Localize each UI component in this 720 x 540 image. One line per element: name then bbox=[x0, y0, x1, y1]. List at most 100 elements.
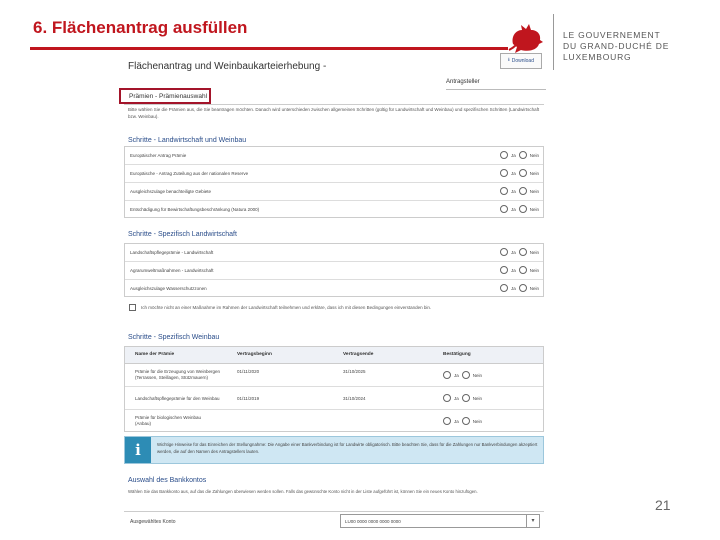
row-label: Ausgleichszulage benachteiligte Gebiete bbox=[130, 189, 212, 194]
yes-label: Ja bbox=[510, 170, 516, 176]
cell-start: 01/11/2020 bbox=[237, 369, 260, 374]
yes-no-group: Ja Nein bbox=[499, 151, 539, 159]
radio-yes[interactable] bbox=[443, 417, 451, 425]
col-start: Vertragsbeginn bbox=[237, 352, 272, 357]
radio-yes[interactable] bbox=[499, 205, 508, 213]
yes-no-group: Ja Nein bbox=[443, 394, 482, 402]
chevron-down-icon[interactable]: ▾ bbox=[526, 515, 539, 527]
no-label: Nein bbox=[529, 170, 539, 176]
opt-out-text: Ich möchte nicht an einer Maßnahme im Ra… bbox=[141, 305, 432, 310]
yes-no-group: Ja Nein bbox=[499, 205, 539, 213]
yes-no-group: Ja Nein bbox=[499, 266, 539, 274]
radio-yes[interactable] bbox=[499, 169, 508, 177]
account-select-label: Ausgewähltes Konto bbox=[130, 519, 176, 525]
section-heading-general: Schritte - Landwirtschaft und Weinbau bbox=[128, 137, 247, 144]
table-row: Prämie für die Erzeugung von Weinbergen(… bbox=[125, 364, 543, 387]
info-text: Wichtige Hinweise für das Einreichen der… bbox=[157, 442, 538, 454]
opt-out-checkbox[interactable] bbox=[129, 304, 136, 311]
radio-yes[interactable] bbox=[443, 394, 451, 402]
list-item: Entschädigung für Bewirtschaftungsbeschr… bbox=[125, 201, 543, 219]
yes-label: Ja bbox=[510, 267, 516, 273]
info-icon: i bbox=[125, 437, 151, 463]
section-heading-bank: Auswahl des Bankkontos bbox=[128, 477, 207, 484]
section-heading-agriculture: Schritte - Spezifisch Landwirtschaft bbox=[128, 231, 237, 238]
list-item: Ausgleichszulage Wasserschutzzonen Ja Ne… bbox=[125, 280, 543, 298]
radio-yes[interactable] bbox=[499, 266, 508, 274]
row-label: Agrarumweltmaßnahmen - Landwirtschaft bbox=[130, 268, 214, 273]
no-label: Nein bbox=[529, 267, 539, 273]
account-select[interactable]: LU00 0000 0000 0000 0000 ▾ bbox=[340, 514, 540, 528]
row-label: Ausgleichszulage Wasserschutzzonen bbox=[130, 286, 207, 291]
viticulture-table: Name der Prämie Vertragsbeginn Vertragse… bbox=[124, 346, 544, 432]
cell-end: 31/10/2024 bbox=[343, 396, 366, 401]
lion-crest-icon bbox=[508, 24, 543, 53]
download-icon: ⭳ bbox=[507, 57, 510, 63]
no-label: Nein bbox=[529, 206, 539, 212]
radio-yes[interactable] bbox=[499, 151, 508, 159]
yes-no-group: Ja Nein bbox=[443, 371, 482, 379]
yes-no-group: Ja Nein bbox=[499, 248, 539, 256]
col-confirm: Bestätigung bbox=[443, 352, 471, 357]
radio-yes[interactable] bbox=[499, 284, 508, 292]
gov-line-2: DU GRAND-DUCHÉ DE LUXEMBOURG bbox=[563, 41, 670, 62]
yes-label: Ja bbox=[510, 188, 516, 194]
gov-line-1: LE GOUVERNEMENT bbox=[563, 30, 661, 40]
no-label: Nein bbox=[529, 188, 539, 194]
radio-no[interactable] bbox=[461, 394, 470, 402]
radio-no[interactable] bbox=[518, 248, 527, 256]
applicant-underline bbox=[446, 89, 546, 90]
row-label: Landschaftspflegeprämie - Landwirtschaft bbox=[130, 250, 214, 255]
list-item: Agrarumweltmaßnahmen - Landwirtschaft Ja… bbox=[125, 262, 543, 280]
tab-praemienauswahl[interactable]: Prämien - Prämienauswahl bbox=[119, 88, 211, 104]
cell-name: Landschaftspflegeprämie für den Weinbau bbox=[135, 396, 220, 401]
bank-divider bbox=[124, 511, 544, 512]
radio-yes[interactable] bbox=[443, 371, 451, 379]
radio-no[interactable] bbox=[461, 371, 470, 379]
radio-no[interactable] bbox=[518, 284, 527, 292]
list-item: Europäischer Antrag Prämie Ja Nein bbox=[125, 147, 543, 165]
radio-no[interactable] bbox=[461, 417, 470, 425]
no-label: Nein bbox=[529, 152, 539, 158]
form-title: Flächenantrag und Weinbaukartei­erhebung… bbox=[128, 61, 327, 72]
info-box: i Wichtige Hinweise für das Einreichen d… bbox=[124, 436, 544, 464]
no-label: Nein bbox=[529, 249, 539, 255]
yes-label: Ja bbox=[510, 285, 516, 291]
radio-no[interactable] bbox=[518, 187, 527, 195]
download-label: Download bbox=[511, 58, 534, 64]
yes-label: Ja bbox=[510, 249, 516, 255]
slide-title: 6. Flächenantrag ausfüllen bbox=[33, 18, 248, 37]
radio-no[interactable] bbox=[518, 151, 527, 159]
col-end: Vertragsende bbox=[343, 352, 374, 357]
radio-no[interactable] bbox=[518, 169, 527, 177]
radio-no[interactable] bbox=[518, 205, 527, 213]
radio-no[interactable] bbox=[518, 266, 527, 274]
table-header: Name der Prämie Vertragsbeginn Vertragse… bbox=[125, 347, 543, 364]
download-button[interactable]: ⭳ Download bbox=[500, 53, 542, 69]
page-number: 21 bbox=[655, 497, 671, 513]
agriculture-steps-panel: Landschaftspflegeprämie - Landwirtschaft… bbox=[124, 243, 544, 297]
list-item: Europäische - Antrag Zuteilung aus der n… bbox=[125, 165, 543, 183]
general-steps-panel: Europäischer Antrag Prämie Ja Nein Europ… bbox=[124, 146, 544, 218]
row-label: Europäische - Antrag Zuteilung aus der n… bbox=[130, 171, 249, 176]
cell-start: 01/11/2019 bbox=[237, 396, 260, 401]
logo-divider bbox=[553, 14, 554, 70]
yes-label: Ja bbox=[454, 395, 459, 401]
row-label: Europäischer Antrag Prämie bbox=[130, 153, 187, 158]
cell-name: Prämie für biologischen Weinbau (Anbau) bbox=[135, 415, 201, 426]
applicant-label: Antragsteller bbox=[446, 79, 480, 85]
list-item: Landschaftspflegeprämie - Landwirtschaft… bbox=[125, 244, 543, 262]
yes-label: Ja bbox=[454, 418, 459, 424]
yes-no-group: Ja Nein bbox=[499, 284, 539, 292]
no-label: Nein bbox=[529, 285, 539, 291]
col-name: Name der Prämie bbox=[135, 352, 175, 357]
yes-label: Ja bbox=[510, 152, 516, 158]
bank-text: Wählen Sie das Bankkonto aus, auf das di… bbox=[128, 489, 478, 494]
yes-label: Ja bbox=[454, 372, 459, 378]
no-label: Nein bbox=[472, 372, 483, 378]
radio-yes[interactable] bbox=[499, 248, 508, 256]
radio-yes[interactable] bbox=[499, 187, 508, 195]
government-name: LE GOUVERNEMENT DU GRAND-DUCHÉ DE LUXEMB… bbox=[563, 30, 720, 63]
yes-label: Ja bbox=[510, 206, 516, 212]
yes-no-group: Ja Nein bbox=[499, 169, 539, 177]
tab-underline bbox=[124, 104, 544, 105]
